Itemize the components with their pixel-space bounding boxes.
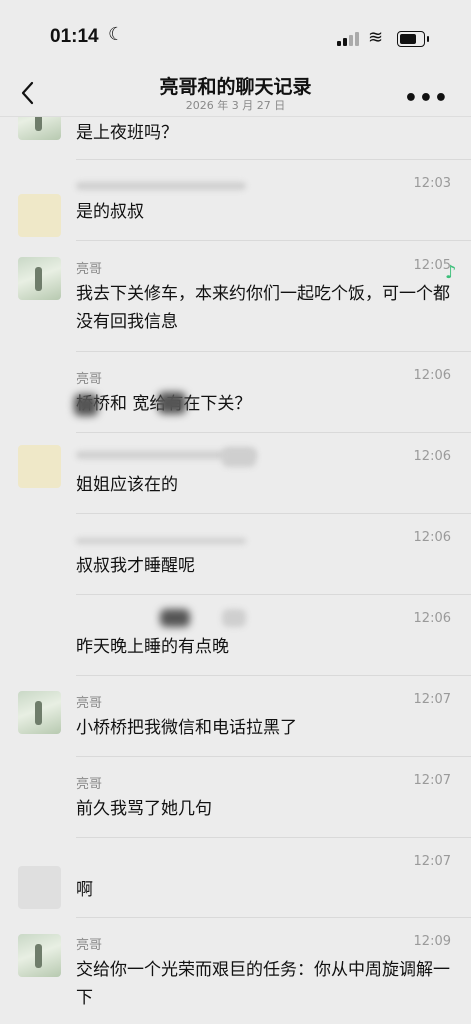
message-item[interactable]: 12:06 叔叔我才睡醒呢 [0,514,471,595]
message-item[interactable]: 亮哥 12:07 小桥桥把我微信和电话拉黑了 [0,676,471,757]
sender-name: 亮哥 [76,777,103,792]
redacted-name [76,182,246,190]
message-item[interactable]: 亮哥 12:07 前久我骂了她几句 [0,757,471,838]
avatar[interactable] [18,691,61,734]
message-text: 是上夜班吗？ [76,123,178,143]
redacted-name [76,538,246,544]
message-item[interactable]: 12:07 啊 [0,838,471,918]
message-item[interactable]: 亮哥 12:05 我去下关修车，本来约你们一起吃个饭，可一个都没有回我信息 [0,242,471,352]
message-item[interactable]: 12:06 姐姐应该在的 [0,433,471,514]
redaction-mark [222,609,246,627]
message-time: 12:06 [413,449,451,464]
battery-icon [397,31,429,47]
wifi-icon: ≋ [368,27,384,48]
nav-bar: 亮哥和的聊天记录 2026 年 3 月 27 日 ••• [0,72,471,117]
message-item[interactable]: 是上夜班吗？ [0,117,471,160]
redaction-mark [222,447,256,467]
message-time: 12:03 [413,176,451,191]
page-title: 亮哥和的聊天记录 [159,76,312,98]
redaction-mark [160,609,190,627]
message-text: 小桥桥把我微信和电话拉黑了 [76,718,297,738]
message-text: 叔叔我才睡醒呢 [76,556,195,576]
sender-name: 亮哥 [76,938,103,953]
message-list: 是上夜班吗？ 12:03 是的叔叔 亮哥 12:05 我去下关修车，本来约你们一… [0,117,471,1024]
message-time: 12:09 [413,934,451,949]
ellipsis-icon[interactable]: ••• [404,86,449,111]
status-bar: 01:14 ☾ ≋ [0,0,471,72]
page-subtitle-date: 2026 年 3 月 27 日 [185,99,286,112]
message-item[interactable]: 亮哥 12:06 桥桥和 宽给有在下关？ [0,352,471,433]
message-text: 啊 [76,880,93,900]
avatar[interactable] [18,257,61,300]
avatar[interactable] [18,866,61,909]
message-time: 12:06 [413,611,451,626]
message-item[interactable]: 12:03 是的叔叔 [0,160,471,241]
message-text: 姐姐应该在的 [76,475,178,495]
message-item[interactable]: 12:06 昨天晚上睡的有点晚 [0,595,471,676]
sender-name: 亮哥 [76,696,103,711]
sender-name: 亮哥 [76,372,103,387]
message-time: 12:07 [413,692,451,707]
moon-icon: ☾ [108,24,125,45]
redaction-mark [74,394,98,416]
avatar[interactable] [18,445,61,488]
message-time: 12:07 [413,854,451,869]
avatar[interactable] [18,934,61,977]
avatar[interactable] [18,117,61,140]
message-text: 交给你一个光荣而艰巨的任务：你从中周旋调解一下 [76,960,450,1008]
avatar[interactable] [18,194,61,237]
message-item[interactable]: 亮哥 12:09 交给你一个光荣而艰巨的任务：你从中周旋调解一下 [0,918,471,1024]
message-text: 是的叔叔 [76,202,144,222]
message-time: 12:06 [413,368,451,383]
music-note-icon[interactable]: ♪ [445,262,457,283]
divider [76,240,471,241]
message-time: 12:06 [413,530,451,545]
sender-name: 亮哥 [76,262,103,277]
redaction-mark [158,392,186,414]
message-text: 我去下关修车，本来约你们一起吃个饭，可一个都没有回我信息 [76,284,450,332]
message-text: 前久我骂了她几句 [76,799,212,819]
message-time: 12:07 [413,773,451,788]
message-text: 桥桥和 宽给有在下关？ [76,394,252,414]
signal-icon [337,32,361,46]
message-text: 昨天晚上睡的有点晚 [76,637,229,657]
clock: 01:14 [50,26,99,47]
